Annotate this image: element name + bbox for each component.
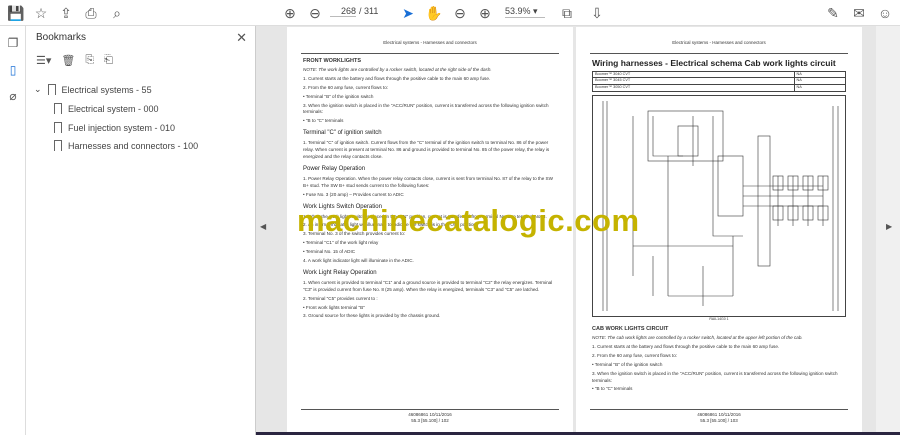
list-item: 1. Current starts at the battery and flo… — [592, 343, 780, 349]
zoom-in-icon[interactable]: ⊕ — [476, 4, 494, 22]
list-item: 2. Terminal "C5" provides current to : — [303, 295, 378, 301]
bookmark-electrical-systems[interactable]: ⌄ Electrical systems - 55 — [34, 84, 152, 95]
list-item: 3. Ground source for these lights is pro… — [303, 313, 441, 319]
hand-tool-icon[interactable]: ✋ — [425, 4, 443, 22]
list-item: • Front work lights terminal "B" — [303, 304, 365, 310]
list-item: 1. Terminal "C" of ignition switch. Curr… — [303, 140, 550, 160]
next-page-arrow[interactable]: ▶ — [886, 222, 892, 231]
page-total: / 311 — [359, 6, 379, 16]
list-item: • Terminal No. 15 of ADIC — [303, 249, 356, 255]
upload-cloud-icon[interactable]: ⇪ — [57, 4, 75, 22]
bookmark-harnesses[interactable]: Harnesses and connectors - 100 — [54, 140, 198, 151]
footer-page: 55.3 [55.100] / 102 — [411, 418, 449, 424]
zoom-value: 53.9% — [505, 6, 531, 16]
page-indicator: 268/ 311 — [330, 6, 378, 17]
email-icon[interactable]: ✉ — [850, 4, 868, 22]
bookmark-label: Fuel injection system - 010 — [68, 122, 176, 133]
note: NOTE: The cab work lights are controlled… — [592, 335, 803, 341]
list-item: 1. Power Relay Operation. When the power… — [303, 175, 553, 188]
bookmark-icon — [54, 140, 62, 151]
bookmark-icon — [47, 84, 56, 95]
footer-date: 46086861 10/11/2016 — [697, 411, 741, 417]
bookmark-icon — [54, 122, 62, 133]
scroll-mode-icon[interactable]: ⇩ — [588, 4, 606, 22]
list-item: 1. When current is provided to terminal … — [303, 279, 553, 292]
bookmark-label: Electrical systems - 55 — [61, 84, 152, 95]
left-rail: ❐ ▯ ⌀ — [0, 26, 26, 435]
list-item: 3. When the ignition switch is placed in… — [592, 370, 838, 383]
section-title: CAB WORK LIGHTS CIRCUIT — [592, 325, 669, 332]
list-item: • Terminal "C1" of the work light relay — [303, 240, 379, 246]
page-header: Electrical systems - Harnesses and conne… — [672, 40, 766, 45]
list-item: • Fuse No. 3 (20 amp) – Provides current… — [303, 191, 404, 197]
list-item: 1. Current starts at the battery and flo… — [303, 75, 491, 81]
list-item: 2. From the 60 amp fuse, current flows t… — [592, 352, 678, 358]
attachments-icon[interactable]: ⌀ — [5, 89, 21, 105]
print-icon[interactable]: ⎙ — [82, 4, 100, 22]
select-cursor-icon[interactable]: ➤ — [399, 4, 417, 22]
previous-page-icon[interactable]: ⊕ — [281, 4, 299, 22]
bookmark-star-icon[interactable]: ☆ — [32, 4, 50, 22]
models-table: Boomer™ 3040 CVT NA Boomer™ 3045 CVT NA Bo… — [592, 70, 847, 92]
page-input[interactable]: 268 — [330, 6, 356, 17]
bookmarks-icon[interactable]: ▯ — [5, 63, 21, 79]
list-item: • Terminal "B" of the ignition switch — [592, 361, 663, 367]
footer-page: 55.3 [55.100] / 103 — [700, 418, 738, 424]
page-display-icon[interactable]: ⧉ — [558, 4, 576, 22]
schema-title: Wiring harnesses - Electrical schema Cab… — [592, 57, 836, 68]
close-icon[interactable]: ✕ — [236, 30, 247, 46]
account-icon[interactable]: ☺ — [876, 4, 894, 22]
page-header: Electrical systems - Harnesses and conne… — [383, 40, 477, 45]
toolbar: 💾 ☆ ⇪ ⎙ ⌕ ⊕ ⊖ 268/ 311 ➤ ✋ ⊖ ⊕ 53.9% ▾ ⧉… — [0, 0, 900, 26]
table-cell: NA — [793, 83, 847, 92]
page-thumbnails-icon[interactable]: ❐ — [5, 36, 21, 52]
bookmark-icon — [54, 103, 62, 114]
watermark: machinecatalogic.com — [297, 203, 640, 238]
next-page-icon[interactable]: ⊖ — [306, 4, 324, 22]
bookmark-label: Harnesses and connectors - 100 — [68, 140, 199, 151]
page-footer: 46086861 10/11/2016 55.3 [55.100] / 102 — [301, 408, 559, 426]
table-cell: NA — [793, 77, 847, 85]
list-item: • "B to "C" terminals — [592, 386, 633, 392]
section-title: FRONT WORKLIGHTS — [303, 57, 362, 64]
list-item: • "B to "C" terminals — [303, 118, 344, 124]
section-title: Power Relay Operation — [303, 165, 366, 172]
save-icon[interactable]: 💾 — [7, 4, 25, 22]
sign-icon[interactable]: ✎ — [824, 4, 842, 22]
bookmark-fuel-injection[interactable]: Fuel injection system - 010 — [54, 122, 175, 133]
bookmark-label: Electrical system - 000 — [68, 103, 159, 114]
table-cell: NA — [793, 70, 847, 79]
table-cell: Boomer™ 3050 CVT — [592, 83, 795, 92]
delete-icon[interactable]: 🗑 — [61, 54, 75, 67]
table-cell: Boomer™ 3040 CVT — [592, 70, 795, 79]
section-title: Terminal "C" of ignition switch — [303, 130, 382, 137]
footer-date: 46086861 10/11/2016 — [408, 411, 452, 417]
list-item: 2. From the 60 amp fuse, current flows t… — [303, 84, 389, 90]
bookmark-electrical-system[interactable]: Electrical system - 000 — [54, 103, 159, 114]
page-footer: 46086861 10/11/2016 55.3 [55.100] / 103 — [590, 408, 848, 426]
chevron-down-icon[interactable]: ⌄ — [34, 84, 42, 95]
collapse-panel-arrow[interactable]: ◀ — [260, 222, 266, 231]
table-cell: Boomer™ 3045 CVT — [592, 77, 795, 85]
expand-bookmark-icon[interactable]: ⎗ — [104, 54, 113, 67]
list-item: 3. When the ignition switch is placed in… — [303, 102, 549, 115]
bookmarks-panel: Bookmarks ✕ ☰▾ 🗑 ⎘ ⎗ ⌄ Electrical systems… — [26, 26, 256, 435]
note: NOTE: The work lights are controlled by … — [303, 67, 492, 72]
search-icon[interactable]: ⌕ — [108, 4, 126, 22]
zoom-select[interactable]: 53.9% ▾ — [505, 6, 545, 18]
options-menu-icon[interactable]: ☰▾ — [36, 54, 51, 67]
section-title: Work Light Relay Operation — [303, 269, 377, 276]
list-item: • Terminal "B" of the ignition switch — [303, 93, 374, 99]
panel-title: Bookmarks — [36, 32, 87, 43]
list-item: 4. A work light indicator light will ill… — [303, 258, 414, 264]
new-bookmark-icon[interactable]: ⎘ — [85, 54, 94, 67]
zoom-out-icon[interactable]: ⊖ — [451, 4, 469, 22]
